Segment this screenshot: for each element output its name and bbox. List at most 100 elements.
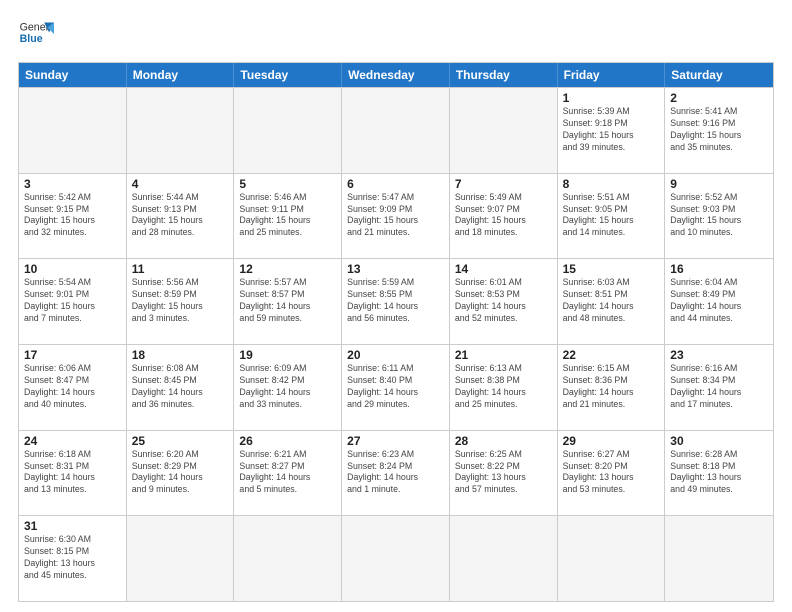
calendar-cell: 19Sunrise: 6:09 AM Sunset: 8:42 PM Dayli… <box>234 345 342 430</box>
day-info: Sunrise: 6:15 AM Sunset: 8:36 PM Dayligh… <box>563 363 660 411</box>
calendar-cell <box>342 516 450 601</box>
day-number: 19 <box>239 348 336 362</box>
day-info: Sunrise: 5:47 AM Sunset: 9:09 PM Dayligh… <box>347 192 444 240</box>
header: General Blue <box>18 16 774 52</box>
day-number: 7 <box>455 177 552 191</box>
calendar-cell: 29Sunrise: 6:27 AM Sunset: 8:20 PM Dayli… <box>558 431 666 516</box>
calendar-cell <box>234 88 342 173</box>
day-number: 20 <box>347 348 444 362</box>
calendar-cell <box>665 516 773 601</box>
generalblue-logo-icon: General Blue <box>18 16 54 52</box>
calendar-cell: 26Sunrise: 6:21 AM Sunset: 8:27 PM Dayli… <box>234 431 342 516</box>
svg-text:Blue: Blue <box>20 33 43 45</box>
calendar-cell: 1Sunrise: 5:39 AM Sunset: 9:18 PM Daylig… <box>558 88 666 173</box>
day-info: Sunrise: 5:49 AM Sunset: 9:07 PM Dayligh… <box>455 192 552 240</box>
day-number: 14 <box>455 262 552 276</box>
header-cell-tuesday: Tuesday <box>234 63 342 87</box>
day-info: Sunrise: 6:16 AM Sunset: 8:34 PM Dayligh… <box>670 363 768 411</box>
day-info: Sunrise: 6:21 AM Sunset: 8:27 PM Dayligh… <box>239 449 336 497</box>
day-info: Sunrise: 6:20 AM Sunset: 8:29 PM Dayligh… <box>132 449 229 497</box>
calendar-cell: 21Sunrise: 6:13 AM Sunset: 8:38 PM Dayli… <box>450 345 558 430</box>
calendar-cell: 2Sunrise: 5:41 AM Sunset: 9:16 PM Daylig… <box>665 88 773 173</box>
day-number: 4 <box>132 177 229 191</box>
header-cell-sunday: Sunday <box>19 63 127 87</box>
day-number: 16 <box>670 262 768 276</box>
day-number: 9 <box>670 177 768 191</box>
calendar-cell: 5Sunrise: 5:46 AM Sunset: 9:11 PM Daylig… <box>234 174 342 259</box>
header-cell-monday: Monday <box>127 63 235 87</box>
day-info: Sunrise: 6:13 AM Sunset: 8:38 PM Dayligh… <box>455 363 552 411</box>
calendar-row-2: 10Sunrise: 5:54 AM Sunset: 9:01 PM Dayli… <box>19 258 773 344</box>
day-info: Sunrise: 5:56 AM Sunset: 8:59 PM Dayligh… <box>132 277 229 325</box>
calendar-cell: 9Sunrise: 5:52 AM Sunset: 9:03 PM Daylig… <box>665 174 773 259</box>
calendar-cell: 25Sunrise: 6:20 AM Sunset: 8:29 PM Dayli… <box>127 431 235 516</box>
day-info: Sunrise: 6:30 AM Sunset: 8:15 PM Dayligh… <box>24 534 121 582</box>
day-number: 5 <box>239 177 336 191</box>
day-info: Sunrise: 6:18 AM Sunset: 8:31 PM Dayligh… <box>24 449 121 497</box>
calendar-cell: 17Sunrise: 6:06 AM Sunset: 8:47 PM Dayli… <box>19 345 127 430</box>
day-number: 15 <box>563 262 660 276</box>
calendar-cell: 31Sunrise: 6:30 AM Sunset: 8:15 PM Dayli… <box>19 516 127 601</box>
day-number: 21 <box>455 348 552 362</box>
calendar-cell: 8Sunrise: 5:51 AM Sunset: 9:05 PM Daylig… <box>558 174 666 259</box>
day-number: 8 <box>563 177 660 191</box>
calendar-cell: 4Sunrise: 5:44 AM Sunset: 9:13 PM Daylig… <box>127 174 235 259</box>
calendar-cell: 13Sunrise: 5:59 AM Sunset: 8:55 PM Dayli… <box>342 259 450 344</box>
day-info: Sunrise: 5:51 AM Sunset: 9:05 PM Dayligh… <box>563 192 660 240</box>
calendar-cell: 14Sunrise: 6:01 AM Sunset: 8:53 PM Dayli… <box>450 259 558 344</box>
header-cell-saturday: Saturday <box>665 63 773 87</box>
calendar-cell: 11Sunrise: 5:56 AM Sunset: 8:59 PM Dayli… <box>127 259 235 344</box>
day-number: 3 <box>24 177 121 191</box>
day-info: Sunrise: 6:27 AM Sunset: 8:20 PM Dayligh… <box>563 449 660 497</box>
calendar-cell: 10Sunrise: 5:54 AM Sunset: 9:01 PM Dayli… <box>19 259 127 344</box>
calendar-row-3: 17Sunrise: 6:06 AM Sunset: 8:47 PM Dayli… <box>19 344 773 430</box>
calendar-cell <box>127 516 235 601</box>
day-info: Sunrise: 5:54 AM Sunset: 9:01 PM Dayligh… <box>24 277 121 325</box>
calendar-row-0: 1Sunrise: 5:39 AM Sunset: 9:18 PM Daylig… <box>19 87 773 173</box>
day-info: Sunrise: 5:41 AM Sunset: 9:16 PM Dayligh… <box>670 106 768 154</box>
calendar: SundayMondayTuesdayWednesdayThursdayFrid… <box>18 62 774 602</box>
day-number: 18 <box>132 348 229 362</box>
calendar-cell: 16Sunrise: 6:04 AM Sunset: 8:49 PM Dayli… <box>665 259 773 344</box>
day-info: Sunrise: 5:39 AM Sunset: 9:18 PM Dayligh… <box>563 106 660 154</box>
header-cell-wednesday: Wednesday <box>342 63 450 87</box>
day-info: Sunrise: 6:01 AM Sunset: 8:53 PM Dayligh… <box>455 277 552 325</box>
page: General Blue SundayMondayTuesdayWednesda… <box>0 0 792 612</box>
calendar-cell: 22Sunrise: 6:15 AM Sunset: 8:36 PM Dayli… <box>558 345 666 430</box>
calendar-cell <box>558 516 666 601</box>
calendar-row-1: 3Sunrise: 5:42 AM Sunset: 9:15 PM Daylig… <box>19 173 773 259</box>
calendar-cell: 6Sunrise: 5:47 AM Sunset: 9:09 PM Daylig… <box>342 174 450 259</box>
day-info: Sunrise: 6:04 AM Sunset: 8:49 PM Dayligh… <box>670 277 768 325</box>
calendar-cell: 24Sunrise: 6:18 AM Sunset: 8:31 PM Dayli… <box>19 431 127 516</box>
day-info: Sunrise: 6:23 AM Sunset: 8:24 PM Dayligh… <box>347 449 444 497</box>
day-number: 28 <box>455 434 552 448</box>
calendar-cell <box>127 88 235 173</box>
day-number: 24 <box>24 434 121 448</box>
day-number: 17 <box>24 348 121 362</box>
day-number: 1 <box>563 91 660 105</box>
day-number: 2 <box>670 91 768 105</box>
calendar-cell: 30Sunrise: 6:28 AM Sunset: 8:18 PM Dayli… <box>665 431 773 516</box>
calendar-cell <box>450 516 558 601</box>
day-info: Sunrise: 6:11 AM Sunset: 8:40 PM Dayligh… <box>347 363 444 411</box>
calendar-cell: 23Sunrise: 6:16 AM Sunset: 8:34 PM Dayli… <box>665 345 773 430</box>
calendar-body: 1Sunrise: 5:39 AM Sunset: 9:18 PM Daylig… <box>19 87 773 601</box>
calendar-cell <box>342 88 450 173</box>
day-info: Sunrise: 6:28 AM Sunset: 8:18 PM Dayligh… <box>670 449 768 497</box>
day-info: Sunrise: 5:46 AM Sunset: 9:11 PM Dayligh… <box>239 192 336 240</box>
calendar-cell: 20Sunrise: 6:11 AM Sunset: 8:40 PM Dayli… <box>342 345 450 430</box>
calendar-cell <box>19 88 127 173</box>
day-number: 31 <box>24 519 121 533</box>
day-number: 10 <box>24 262 121 276</box>
day-info: Sunrise: 6:03 AM Sunset: 8:51 PM Dayligh… <box>563 277 660 325</box>
calendar-cell <box>450 88 558 173</box>
header-cell-friday: Friday <box>558 63 666 87</box>
day-info: Sunrise: 6:09 AM Sunset: 8:42 PM Dayligh… <box>239 363 336 411</box>
day-info: Sunrise: 6:06 AM Sunset: 8:47 PM Dayligh… <box>24 363 121 411</box>
day-number: 27 <box>347 434 444 448</box>
day-info: Sunrise: 5:52 AM Sunset: 9:03 PM Dayligh… <box>670 192 768 240</box>
day-number: 23 <box>670 348 768 362</box>
day-number: 25 <box>132 434 229 448</box>
day-number: 12 <box>239 262 336 276</box>
calendar-cell: 7Sunrise: 5:49 AM Sunset: 9:07 PM Daylig… <box>450 174 558 259</box>
